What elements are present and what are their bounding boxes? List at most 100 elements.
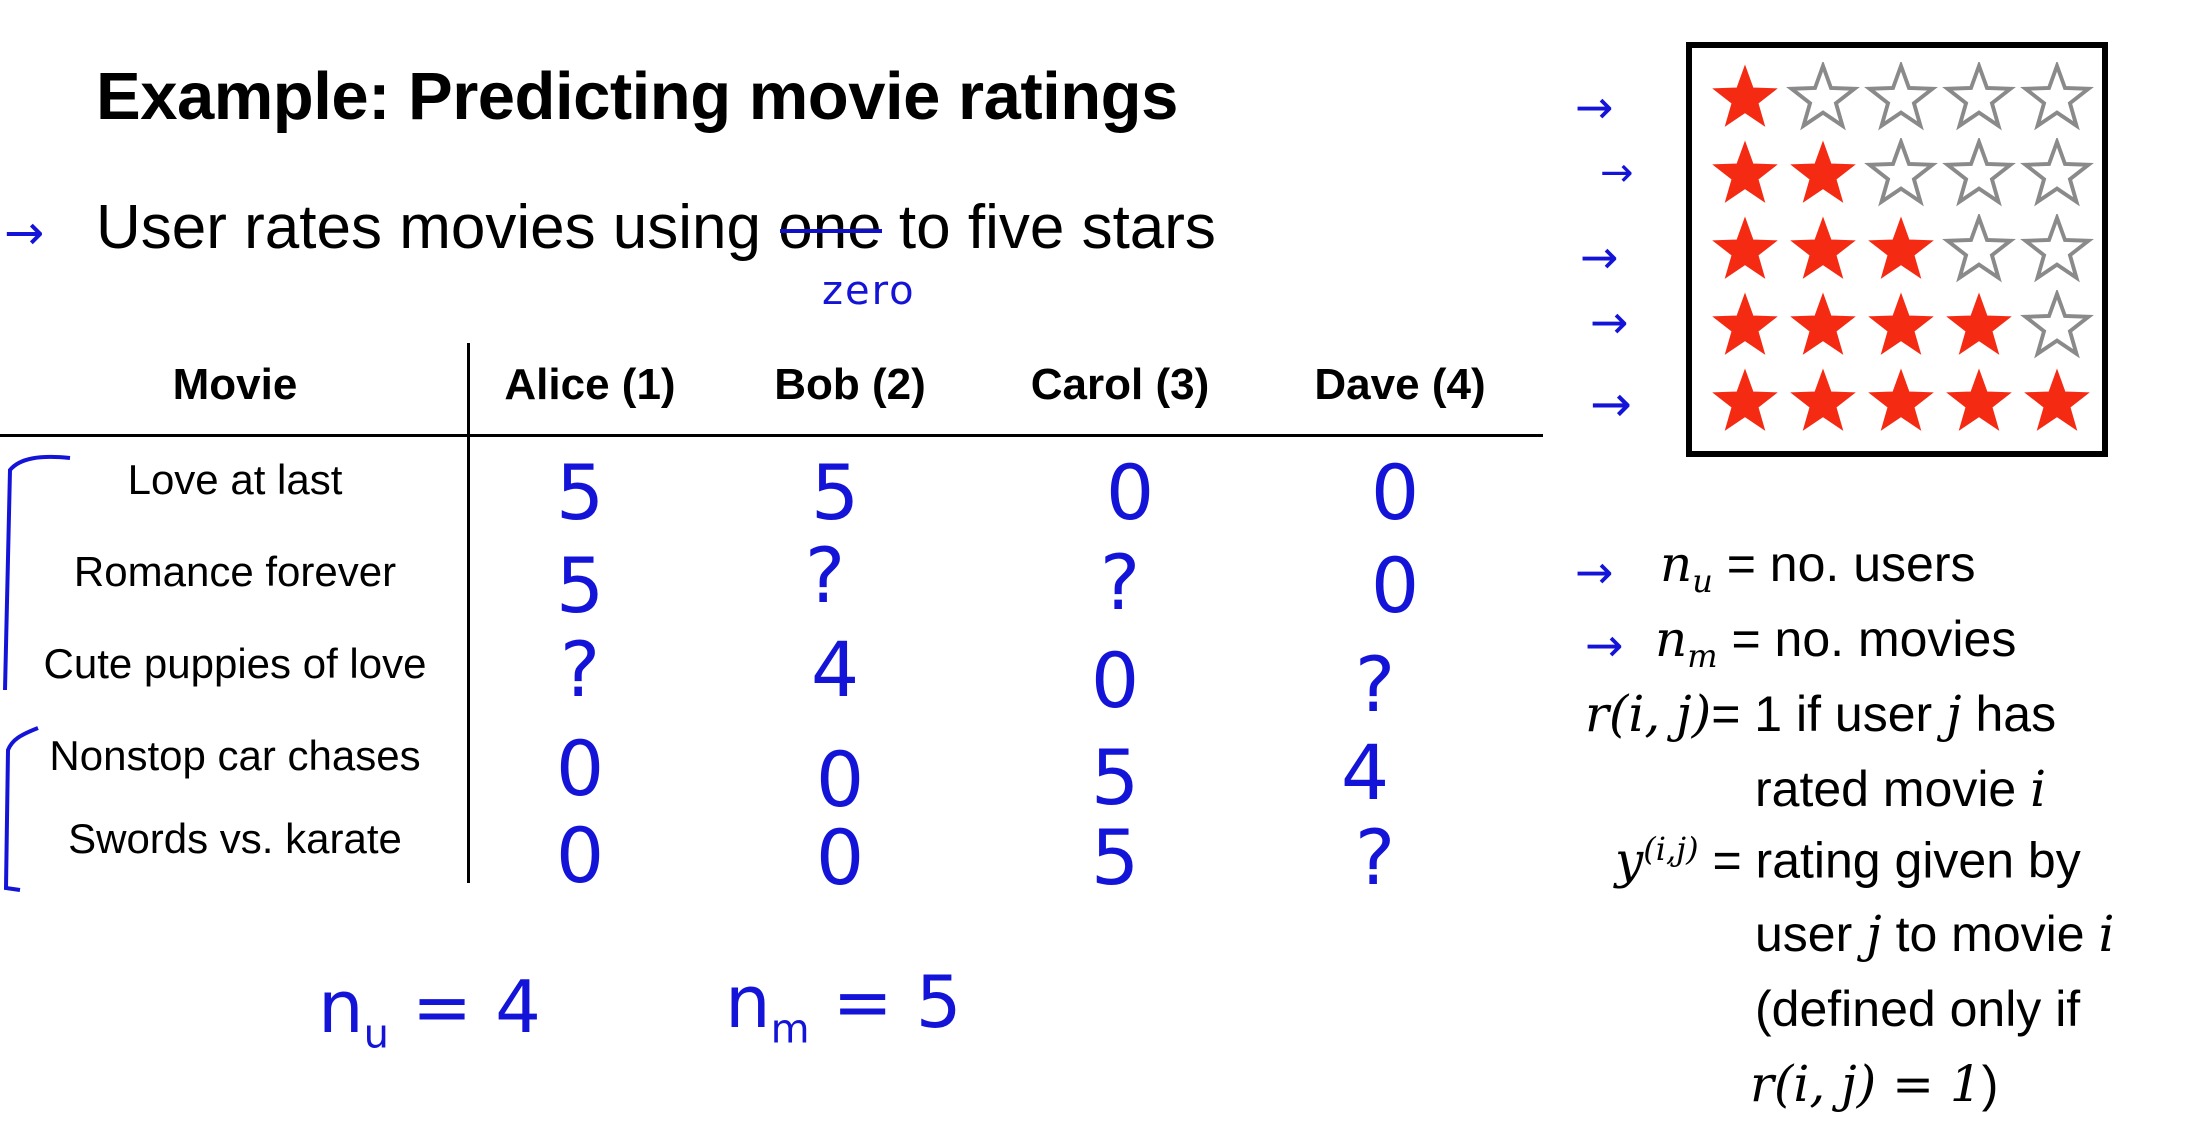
header-alice: Alice (1) xyxy=(504,360,676,409)
notation-r-line1: r(i, j)= 1 if user j has xyxy=(1585,685,2056,743)
filled-star-icon xyxy=(1790,140,1856,203)
notation-nm: nm = no. movies xyxy=(1655,610,2016,675)
r-definition: rated movie xyxy=(1755,761,2031,817)
filled-star-icon xyxy=(1790,216,1856,279)
rating-cell: ? xyxy=(1099,538,1141,627)
empty-star-icon xyxy=(2020,290,2094,359)
table-column-divider xyxy=(467,343,470,883)
handwritten-arrow-icon: → xyxy=(1590,375,1632,433)
rating-cell: 4 xyxy=(1340,728,1390,817)
nu-definition: = no. users xyxy=(1726,536,1976,592)
y-definition: = rating given by xyxy=(1712,832,2081,889)
bullet-text-end: to five stars xyxy=(881,193,1216,262)
math-i: i xyxy=(2030,760,2047,818)
empty-star-icon xyxy=(2020,138,2094,207)
filled-star-icon xyxy=(1712,368,1778,431)
y-definition: ) xyxy=(1981,1056,1999,1112)
rating-cell: 5 xyxy=(555,541,605,630)
filled-star-icon xyxy=(1946,292,2012,355)
y-symbol: y xyxy=(1615,831,1644,890)
rating-cell: 0 xyxy=(555,811,605,900)
star-row xyxy=(1706,366,2096,440)
rating-cell: 0 xyxy=(1090,636,1140,725)
handwritten-arrow-icon: → xyxy=(4,205,45,261)
group-bracket-icon xyxy=(3,454,71,892)
y-definition: to movie xyxy=(1881,906,2099,962)
empty-star-icon xyxy=(1942,138,2016,207)
empty-star-icon xyxy=(1942,62,2016,131)
handwritten-nu-value: = 4 xyxy=(389,965,541,1049)
filled-star-icon xyxy=(1790,292,1856,355)
r-symbol: r(i, j) xyxy=(1585,685,1712,743)
handwritten-arrow-icon: → xyxy=(1600,150,1634,196)
r-equals-one: r(i, j) = 1 xyxy=(1750,1055,1982,1113)
rating-cell: 0 xyxy=(1105,448,1155,537)
filled-star-icon xyxy=(2024,368,2090,431)
notation-nu: nu = no. users xyxy=(1660,535,1975,600)
filled-star-icon xyxy=(1868,216,1934,279)
handwritten-arrow-icon: → xyxy=(1575,545,1614,599)
empty-star-icon xyxy=(2020,214,2094,283)
math-i: i xyxy=(2098,905,2115,963)
filled-star-icon xyxy=(1868,292,1934,355)
nm-symbol: n xyxy=(1655,610,1688,668)
bullet-text: User rates movies using one to five star… xyxy=(96,192,1216,263)
star-row xyxy=(1706,138,2096,212)
r-definition: = 1 if user xyxy=(1711,686,1947,742)
bullet-text-start: User rates movies using xyxy=(96,193,779,262)
filled-star-icon xyxy=(1712,216,1778,279)
rating-cell: 0 xyxy=(815,735,865,824)
rating-cell: 0 xyxy=(1370,448,1420,537)
handwritten-nm: nm = 5 xyxy=(725,960,962,1052)
empty-star-icon xyxy=(1864,138,1938,207)
star-row xyxy=(1706,290,2096,364)
handwritten-nu-subscript: u xyxy=(363,1011,389,1058)
handwritten-correction: zero xyxy=(822,268,916,314)
y-superscript: (i,j) xyxy=(1643,830,1699,868)
math-j: j xyxy=(1866,905,1882,963)
filled-star-icon xyxy=(1712,64,1778,127)
header-bob: Bob (2) xyxy=(774,360,926,409)
handwritten-nu-symbol: n xyxy=(318,965,364,1049)
handwritten-nm-value: = 5 xyxy=(809,960,962,1044)
handwritten-arrow-icon: → xyxy=(1590,295,1629,349)
handwritten-nm-symbol: n xyxy=(725,960,771,1044)
y-definition: user xyxy=(1755,906,1867,962)
star-row xyxy=(1706,214,2096,288)
rating-cell: 5 xyxy=(555,448,605,537)
filled-star-icon xyxy=(1712,140,1778,203)
header-carol: Carol (3) xyxy=(1030,360,1210,409)
header-movie: Movie xyxy=(172,360,298,409)
empty-star-icon xyxy=(1864,62,1938,131)
rating-cell: 5 xyxy=(810,448,860,537)
math-j: j xyxy=(1946,685,1962,743)
notation-y-line2: user j to movie i xyxy=(1755,905,2114,963)
empty-star-icon xyxy=(1786,62,1860,131)
star-row xyxy=(1706,62,2096,136)
handwritten-arrow-icon: → xyxy=(1575,80,1614,134)
rating-cell: 0 xyxy=(555,724,605,813)
nu-subscript: u xyxy=(1692,562,1713,600)
rating-cell: ? xyxy=(559,625,601,714)
rating-cell: ? xyxy=(1354,813,1396,902)
empty-star-icon xyxy=(1942,214,2016,283)
handwritten-arrow-icon: → xyxy=(1580,230,1619,284)
notation-y-line3: (defined only if xyxy=(1755,981,2081,1037)
notation-y-line1: y(i,j) = rating given by xyxy=(1615,830,2081,890)
rating-cell: 0 xyxy=(815,813,865,902)
rating-cell: ? xyxy=(804,531,846,620)
header-dave: Dave (4) xyxy=(1314,360,1486,409)
filled-star-icon xyxy=(1946,368,2012,431)
r-definition: has xyxy=(1961,686,2057,742)
table-header-divider xyxy=(0,434,1543,437)
rating-cell: ? xyxy=(1354,640,1396,729)
rating-cell: 5 xyxy=(1090,813,1140,902)
notation-r-line2: rated movie i xyxy=(1755,760,2046,818)
rating-cell: 4 xyxy=(810,625,860,714)
star-rating-legend xyxy=(1686,42,2108,457)
empty-star-icon xyxy=(2020,62,2094,131)
nm-subscript: m xyxy=(1687,637,1718,675)
handwritten-arrow-icon: → xyxy=(1585,618,1624,672)
handwritten-nm-subscript: m xyxy=(770,1006,810,1053)
rating-cell: 0 xyxy=(1370,541,1420,630)
